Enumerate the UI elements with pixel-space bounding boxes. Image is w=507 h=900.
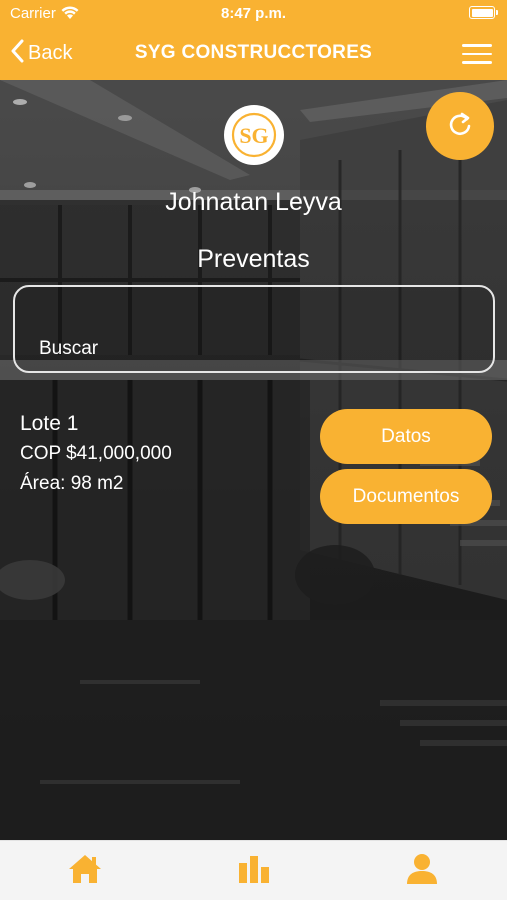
documentos-button[interactable]: Documentos — [320, 469, 492, 524]
search-box[interactable] — [13, 285, 495, 373]
search-input[interactable] — [39, 335, 459, 363]
logo-text: SG — [239, 123, 268, 148]
home-icon — [67, 853, 103, 890]
tab-stats[interactable] — [234, 853, 274, 889]
refresh-button[interactable] — [426, 92, 494, 160]
datos-button[interactable]: Datos — [320, 409, 492, 464]
tab-bar — [0, 840, 507, 900]
top-bar: Carrier 8:47 p.m. Back SYG CONSTRUCCTORE… — [0, 0, 507, 80]
company-logo: SG — [224, 105, 284, 165]
hamburger-menu-icon[interactable] — [462, 44, 492, 64]
status-time: 8:47 p.m. — [220, 5, 287, 22]
battery-icon — [469, 6, 498, 19]
status-bar: Carrier 8:47 p.m. — [0, 0, 507, 28]
page-title: SYG CONSTRUCCTORES — [134, 42, 373, 63]
user-name: Johnatan Leyva — [165, 188, 342, 216]
nav-bar: Back SYG CONSTRUCCTORES — [0, 28, 507, 80]
lot-price: COP $41,000,000 — [20, 443, 172, 464]
lot-title: Lote 1 — [20, 412, 79, 435]
tab-home[interactable] — [65, 853, 105, 889]
refresh-icon — [445, 109, 475, 144]
tab-profile[interactable] — [402, 853, 442, 889]
user-icon — [405, 853, 439, 890]
section-title: Preventas — [197, 245, 310, 273]
lot-area: Área: 98 m2 — [20, 473, 124, 494]
bar-chart-icon — [236, 853, 272, 890]
